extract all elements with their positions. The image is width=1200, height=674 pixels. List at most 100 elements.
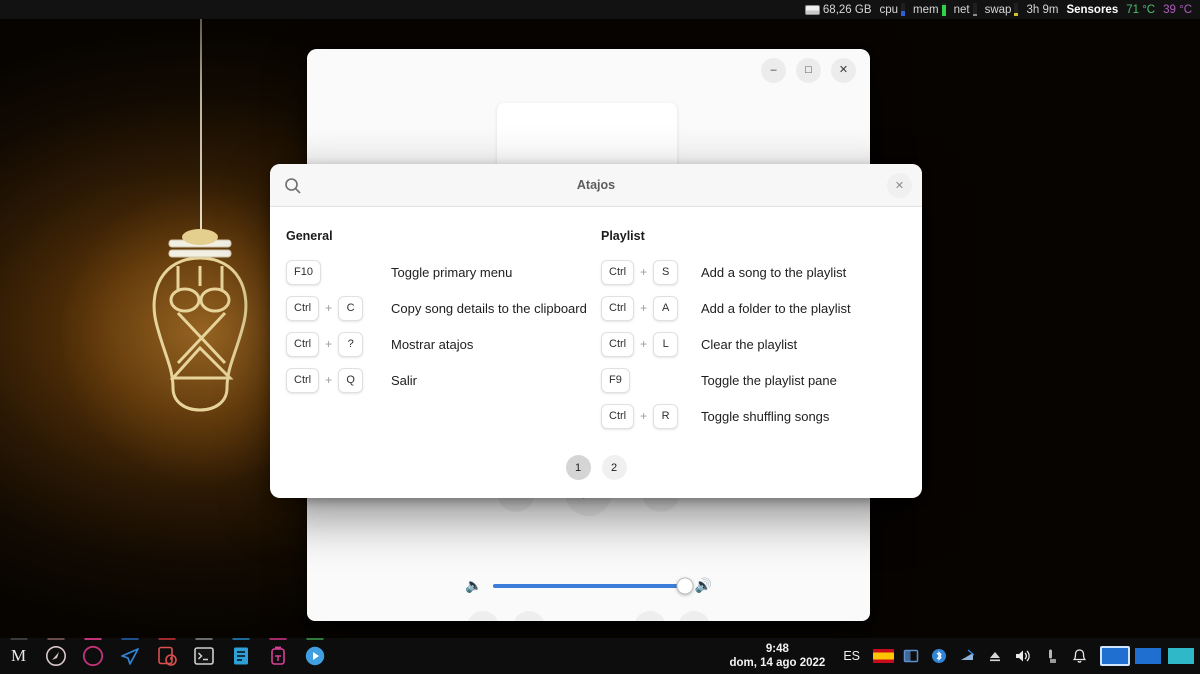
- shortcut-description: Clear the playlist: [701, 336, 798, 352]
- shortcut-keys: Ctrl + C: [286, 295, 391, 321]
- workspace-3[interactable]: [1166, 646, 1196, 666]
- key-plus: +: [325, 337, 333, 351]
- taskbar-clock[interactable]: 9:48 dom, 14 ago 2022: [721, 642, 833, 671]
- play-circle-icon: [305, 646, 324, 666]
- launcher-compass[interactable]: [37, 638, 74, 674]
- shortcut-row: Ctrl + L Clear the playlist: [601, 326, 906, 362]
- launcher-recorder[interactable]: [148, 638, 185, 674]
- topbar-item-disk[interactable]: 68,26 GB: [801, 0, 876, 19]
- keycap: Ctrl: [286, 367, 320, 393]
- shortcut-keys: Ctrl + A: [601, 295, 701, 321]
- launcher-indicator: [47, 638, 64, 640]
- lightbulb-wallpaper-icon: [133, 228, 268, 413]
- firefox-icon: [82, 645, 103, 667]
- shortcuts-close-button[interactable]: ✕: [887, 173, 912, 198]
- topbar-uptime-label: 3h 9m: [1026, 3, 1059, 16]
- launcher-indicator: [306, 638, 323, 640]
- shuffle-button[interactable]: ⇉: [634, 611, 666, 621]
- search-icon[interactable]: [283, 176, 303, 196]
- mem-graph-icon: [941, 3, 946, 16]
- taskbar-launchers: M: [0, 638, 333, 674]
- topbar-item-temp-cpu[interactable]: 71 °C: [1122, 0, 1159, 19]
- sidebar-toggle-button[interactable]: ◧: [467, 611, 499, 621]
- eject-icon: [990, 652, 1000, 662]
- topbar-temp-cpu-label: 71 °C: [1126, 3, 1156, 16]
- system-tray: [870, 638, 1200, 674]
- page-button-2[interactable]: 2: [601, 455, 627, 480]
- topbar-item-swap[interactable]: swap: [981, 0, 1023, 19]
- launcher-player[interactable]: [296, 638, 333, 674]
- player-bottom-controls: ◧ ♩♩ ⇉ ☰: [307, 611, 870, 621]
- menu-button[interactable]: ☰: [678, 611, 710, 621]
- shortcut-row: F10 Toggle primary menu: [286, 254, 591, 290]
- tray-flag-spain[interactable]: [870, 638, 896, 674]
- tray-bluetooth[interactable]: [926, 638, 952, 674]
- keycap: F9: [601, 367, 630, 393]
- topbar-sensors-label: Sensores: [1066, 3, 1119, 16]
- launcher-m[interactable]: M: [0, 638, 37, 674]
- launcher-indicator: [158, 638, 175, 640]
- flask-icon: [270, 646, 285, 665]
- keyboard-language-indicator[interactable]: ES: [833, 649, 870, 663]
- workspace-2[interactable]: [1133, 646, 1163, 666]
- tray-notifications[interactable]: [1066, 638, 1092, 674]
- cpu-graph-icon: [901, 3, 906, 16]
- launcher-telegram[interactable]: [111, 638, 148, 674]
- topbar-item-temp-gpu[interactable]: 39 °C: [1159, 0, 1196, 19]
- topbar-item-sensors[interactable]: Sensores: [1062, 0, 1122, 19]
- shortcuts-column-playlist: Playlist Ctrl + S Add a song to the play…: [601, 229, 906, 434]
- terminal-icon: [193, 647, 214, 665]
- launcher-terminal[interactable]: [185, 638, 222, 674]
- keycap: Ctrl: [286, 295, 320, 321]
- close-button[interactable]: ✕: [831, 57, 856, 83]
- topbar-mem-label: mem: [913, 3, 939, 16]
- launcher-indicator: [269, 638, 286, 640]
- launcher-firefox[interactable]: [74, 638, 111, 674]
- window-titlebar: – □ ✕: [307, 49, 870, 91]
- page-button-1[interactable]: 1: [565, 455, 591, 480]
- topbar-item-cpu[interactable]: cpu: [876, 0, 910, 19]
- launcher-editor[interactable]: [222, 638, 259, 674]
- tray-eject[interactable]: [982, 638, 1008, 674]
- shortcut-keys: F9: [601, 367, 701, 393]
- hard-drive-icon: [804, 4, 820, 15]
- shortcut-description: Toggle shuffling songs: [701, 408, 830, 424]
- shortcut-keys: Ctrl + L: [601, 331, 701, 357]
- tray-window[interactable]: [898, 638, 924, 674]
- topbar-item-net[interactable]: net: [950, 0, 981, 19]
- compass-icon: [45, 646, 66, 666]
- maximize-button[interactable]: □: [796, 57, 821, 83]
- shortcut-row: F9 Toggle the playlist pane: [601, 362, 906, 398]
- tray-device[interactable]: [1038, 638, 1064, 674]
- topbar-item-uptime[interactable]: 3h 9m: [1022, 0, 1062, 19]
- launcher-flask[interactable]: [259, 638, 296, 674]
- shortcut-row: Ctrl + S Add a song to the playlist: [601, 254, 906, 290]
- shortcuts-column-general: General F10 Toggle primary menu Ctrl + C…: [286, 229, 591, 434]
- window-icon: [903, 649, 919, 663]
- key-plus: +: [640, 265, 648, 279]
- volume-control: 🔈 🔊: [307, 577, 870, 594]
- tray-volume[interactable]: [1010, 638, 1036, 674]
- minimize-button[interactable]: –: [761, 57, 786, 83]
- topbar-temp-gpu-label: 39 °C: [1163, 3, 1192, 16]
- editor-icon: [233, 647, 248, 665]
- equalizer-button[interactable]: ♩♩: [513, 611, 545, 621]
- clock-date: dom, 14 ago 2022: [729, 657, 826, 669]
- keycap: C: [338, 295, 364, 321]
- volume-slider[interactable]: [492, 577, 693, 594]
- shortcut-keys: Ctrl + R: [601, 403, 701, 429]
- shortcut-description: Toggle primary menu: [391, 264, 513, 280]
- shortcut-keys: Ctrl + S: [601, 259, 701, 285]
- keycap: L: [653, 331, 679, 357]
- volume-slider-knob[interactable]: [676, 577, 693, 594]
- launcher-indicator: [232, 638, 249, 640]
- taskbar: M 9:48 dom, 14 ago 2022 ES: [0, 638, 1200, 674]
- launcher-indicator: [84, 638, 101, 640]
- workspace-1[interactable]: [1100, 646, 1130, 666]
- key-plus: +: [640, 409, 648, 423]
- tray-network[interactable]: [954, 638, 980, 674]
- shortcut-description: Add a folder to the playlist: [701, 300, 851, 316]
- launcher-indicator: [10, 638, 27, 640]
- volume-icon: [1016, 650, 1030, 662]
- topbar-item-mem[interactable]: mem: [909, 0, 950, 19]
